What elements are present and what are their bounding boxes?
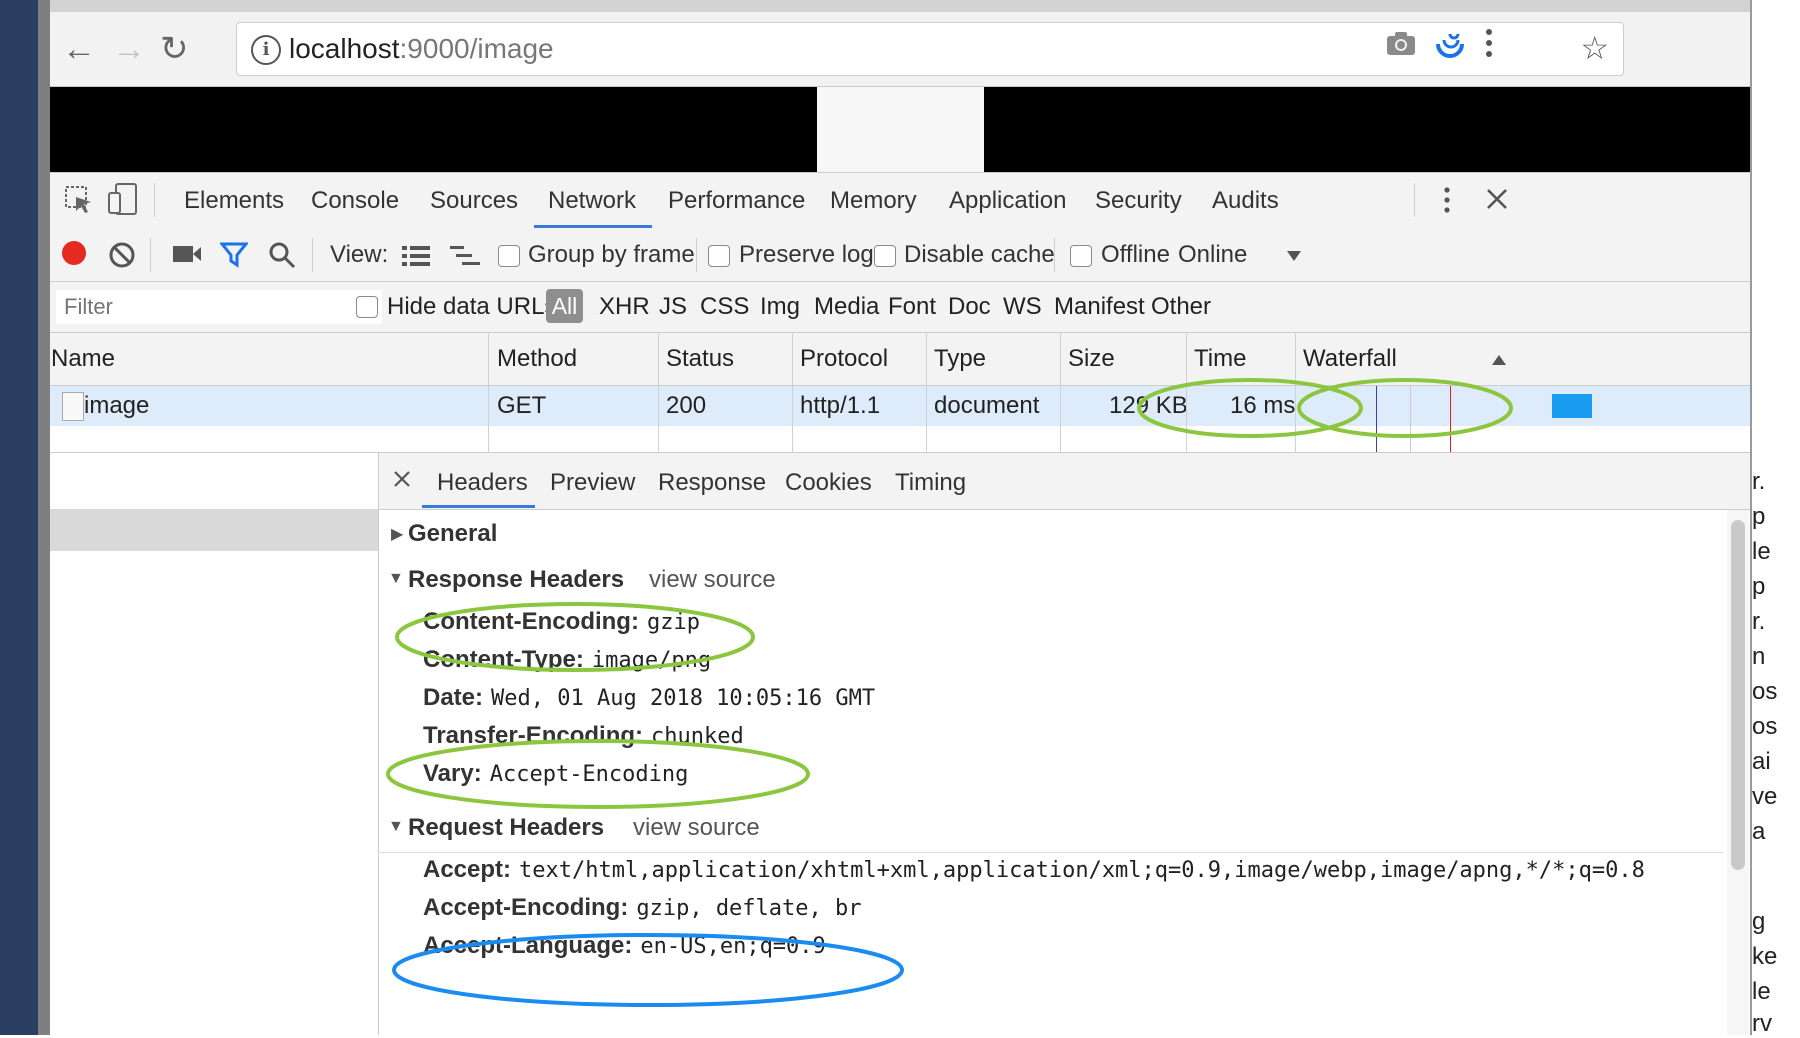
content-encoding-highlight-ellipse <box>395 602 755 672</box>
annotation-overlay <box>386 378 1513 1007</box>
accept-encoding-highlight-ellipse <box>392 933 904 1007</box>
time-highlight-ellipse <box>1297 378 1513 438</box>
transfer-encoding-highlight-ellipse <box>386 739 810 809</box>
